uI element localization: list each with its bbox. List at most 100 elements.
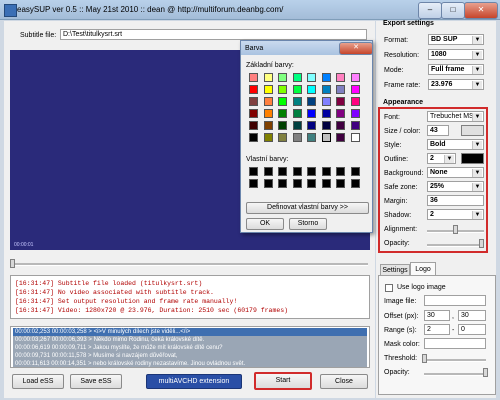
list-item[interactable]: 00:00:02,253 00:00:03,258 > <i>V minulýc… [13,328,367,336]
minimize-button[interactable]: – [418,2,442,19]
basic-color-swatch[interactable] [292,85,302,94]
maximize-button[interactable]: □ [441,2,465,19]
basic-color-swatch[interactable] [263,109,273,118]
threshold-slider-track[interactable] [424,359,486,362]
basic-color-swatch[interactable] [263,121,273,130]
custom-color-swatch[interactable] [263,179,273,188]
outline-select[interactable]: 2 ▼ [427,153,456,164]
basic-color-swatch[interactable] [263,133,273,142]
list-item[interactable]: 00:00:03,267 00:00:06,393 > Někdo mimo R… [13,336,367,344]
offset-x-input[interactable]: 30 [424,310,450,321]
basic-color-swatch[interactable] [249,109,258,118]
basic-color-swatch[interactable] [263,73,273,82]
list-item[interactable]: 00:00:06,619 00:00:09,711 > Jakou myslít… [13,344,367,352]
basic-color-swatch[interactable] [336,109,345,118]
basic-color-swatch[interactable] [307,97,316,106]
basic-color-swatch[interactable] [278,85,287,94]
logo-opacity-slider-thumb[interactable] [483,368,488,377]
basic-color-swatch[interactable] [292,121,302,130]
custom-color-swatch[interactable] [307,179,316,188]
basic-color-swatch[interactable] [321,97,331,106]
mode-select[interactable]: Full frame ▼ [428,64,484,75]
basic-color-swatch[interactable] [336,121,345,130]
basic-colors-grid[interactable] [249,73,369,145]
style-select[interactable]: Bold ▼ [427,139,484,150]
save-ess-button[interactable]: Save eSS [70,374,122,389]
basic-color-swatch[interactable] [350,109,360,118]
shadow-select[interactable]: 2 ▼ [427,209,484,220]
basic-color-swatch[interactable] [249,85,258,94]
ok-button[interactable]: OK [246,218,284,230]
basic-color-swatch[interactable] [278,97,287,106]
basic-color-swatch[interactable] [350,133,360,142]
basic-color-swatch[interactable] [336,97,345,106]
basic-color-swatch[interactable] [249,97,258,106]
basic-color-swatch[interactable] [307,121,316,130]
basic-color-swatch[interactable] [321,85,331,94]
basic-color-swatch[interactable] [278,121,287,130]
custom-color-swatch[interactable] [321,167,331,176]
custom-color-swatch[interactable] [321,179,331,188]
font-select[interactable]: Trebuchet MS ▼ [427,111,484,122]
size-color-swatch[interactable] [461,125,484,136]
basic-color-swatch[interactable] [307,109,316,118]
custom-color-swatch[interactable] [350,179,360,188]
opacity-slider-track[interactable] [427,244,484,247]
margin-input[interactable]: 36 [427,195,484,206]
list-item[interactable]: 00:00:11,613 00:00:14,351 > nebo královs… [13,360,367,367]
basic-color-swatch[interactable] [307,73,316,82]
basic-color-swatch[interactable] [336,73,345,82]
custom-color-swatch[interactable] [278,179,287,188]
start-button[interactable]: Start [254,372,312,390]
cancel-button[interactable]: Storno [289,218,327,230]
basic-color-swatch[interactable] [249,73,258,82]
basic-color-swatch[interactable] [350,85,360,94]
basic-color-swatch[interactable] [336,133,345,142]
resolution-select[interactable]: 1080 ▼ [428,49,484,60]
range-end-input[interactable]: 0 [458,324,486,335]
load-ess-button[interactable]: Load eSS [12,374,64,389]
size-input[interactable]: 43 [427,125,449,136]
basic-color-swatch[interactable] [249,121,258,130]
opacity-slider-thumb[interactable] [479,239,484,248]
basic-color-swatch[interactable] [278,73,287,82]
offset-y-input[interactable]: 30 [458,310,486,321]
outline-color-swatch[interactable] [461,153,484,164]
basic-color-swatch[interactable] [336,85,345,94]
seek-thumb[interactable] [10,259,15,268]
frame-rate-select[interactable]: 23.976 ▼ [428,79,484,90]
custom-color-swatch[interactable] [249,179,258,188]
basic-color-swatch[interactable] [263,97,273,106]
basic-color-swatch[interactable] [292,109,302,118]
custom-color-swatch[interactable] [307,167,316,176]
list-item[interactable]: 00:00:09,731 00:00:11,578 > Musíme si na… [13,352,367,360]
custom-color-swatch[interactable] [336,179,345,188]
basic-color-swatch[interactable] [278,133,287,142]
custom-color-swatch[interactable] [292,179,302,188]
basic-color-swatch[interactable] [321,73,331,82]
define-custom-colors-button[interactable]: Definovat vlastní barvy >> [246,202,369,214]
subtitle-file-input[interactable]: D:\Test\titulkysrt.srt [60,29,367,40]
mask-color-input[interactable] [424,338,486,349]
seek-track[interactable] [12,263,368,266]
multiavchd-extension-button[interactable]: multiAVCHD extension [146,374,242,389]
custom-color-swatch[interactable] [336,167,345,176]
safe-zone-select[interactable]: 25% ▼ [427,181,484,192]
range-start-input[interactable]: 2 [424,324,450,335]
basic-color-swatch[interactable] [307,133,316,142]
basic-color-swatch[interactable] [249,133,258,142]
custom-color-swatch[interactable] [292,167,302,176]
basic-color-swatch[interactable] [307,85,316,94]
use-logo-checkbox[interactable] [385,284,393,292]
background-select[interactable]: None ▼ [427,167,484,178]
custom-color-swatch[interactable] [263,167,273,176]
format-select[interactable]: BD SUP ▼ [428,34,484,45]
basic-color-swatch[interactable] [321,109,331,118]
image-file-input[interactable] [424,295,486,306]
close-button[interactable]: Close [320,374,368,389]
color-dialog-close-button[interactable]: ✕ [339,42,373,55]
basic-color-swatch[interactable] [278,109,287,118]
logo-opacity-slider-track[interactable] [424,373,486,376]
custom-colors-grid[interactable] [249,167,369,189]
custom-color-swatch[interactable] [278,167,287,176]
